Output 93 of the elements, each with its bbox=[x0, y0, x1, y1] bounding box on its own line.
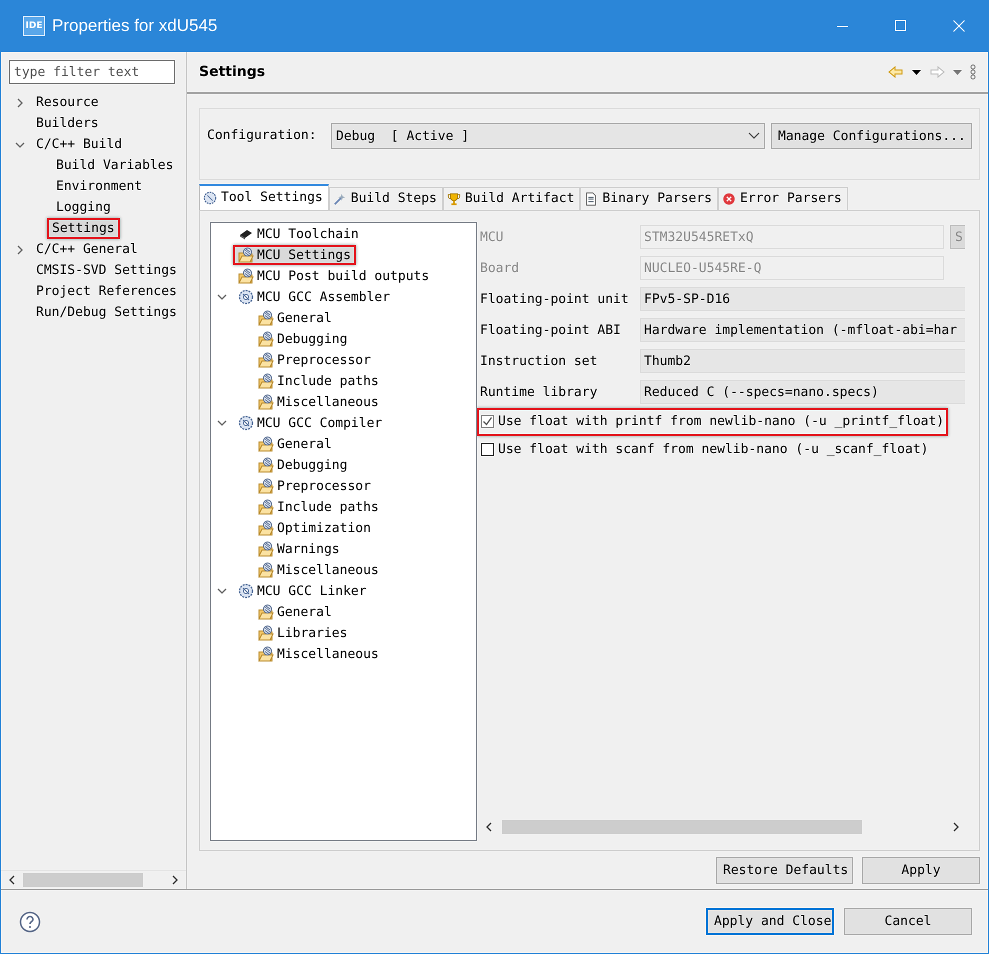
tree-item[interactable]: Miscellaneous bbox=[253, 644, 384, 664]
dialog-button[interactable]: Cancel bbox=[844, 908, 972, 935]
folder-icon bbox=[258, 520, 274, 536]
tree-item[interactable]: Optimization bbox=[253, 518, 376, 538]
window-title: Properties for xdU545 bbox=[52, 16, 218, 36]
dropdown[interactable]: Thumb2 bbox=[640, 349, 965, 374]
field-label: MCU bbox=[480, 230, 504, 245]
tree-item[interactable]: Warnings bbox=[253, 539, 345, 560]
checkbox-option[interactable]: Use float with scanf from newlib-nano (-u _scanf_float) bbox=[477, 436, 932, 464]
folder-icon bbox=[258, 625, 274, 642]
gear-icon bbox=[238, 289, 254, 306]
checkbox[interactable] bbox=[481, 443, 494, 456]
dropdown[interactable]: Hardware implementation (-mfloat-abi=har bbox=[640, 318, 965, 342]
sidebar-item[interactable]: Environment bbox=[51, 176, 148, 197]
tree-item[interactable]: MCU GCC Linker bbox=[233, 581, 372, 602]
trophy-icon bbox=[446, 192, 461, 206]
tree-item[interactable]: General bbox=[253, 602, 337, 622]
gear-icon bbox=[238, 583, 254, 600]
gear-icon bbox=[238, 415, 254, 432]
sidebar-item[interactable]: Run/Debug Settings bbox=[31, 302, 182, 323]
close-icon[interactable] bbox=[953, 20, 965, 32]
more-options-icon[interactable] bbox=[970, 64, 976, 80]
dropdown[interactable]: FPv5-SP-D16 bbox=[640, 287, 965, 312]
tab[interactable]: Tool Settings bbox=[199, 184, 329, 210]
tree-item[interactable]: MCU GCC Compiler bbox=[233, 413, 388, 434]
tree-item[interactable]: MCU GCC Assembler bbox=[233, 287, 396, 308]
tree-item[interactable]: Preprocessor bbox=[253, 476, 376, 496]
app-icon: IDE bbox=[23, 16, 45, 36]
folder-icon bbox=[258, 436, 274, 452]
dropdown-arrow-icon[interactable] bbox=[912, 70, 921, 74]
tree-item[interactable]: Preprocessor bbox=[253, 350, 376, 370]
horizontal-scrollbar[interactable] bbox=[1, 870, 186, 889]
tree-item[interactable]: General bbox=[253, 434, 337, 454]
filter-field[interactable]: type filter text bbox=[9, 60, 175, 84]
wand-icon bbox=[332, 192, 347, 206]
folder-icon bbox=[258, 478, 274, 494]
tree-item[interactable]: Debugging bbox=[253, 329, 352, 350]
folder-icon bbox=[258, 457, 274, 474]
tree-item[interactable]: Include paths bbox=[253, 497, 384, 518]
sidebar-item[interactable]: Settings bbox=[47, 218, 120, 239]
error-icon bbox=[722, 192, 736, 206]
folder-icon bbox=[258, 352, 274, 368]
manage-configurations-button[interactable]: Manage Configurations... bbox=[771, 123, 972, 149]
tree-item[interactable]: General bbox=[253, 308, 337, 328]
field-label: Floating-point unit bbox=[480, 292, 630, 307]
folder-icon bbox=[258, 646, 274, 662]
help-icon[interactable] bbox=[19, 910, 41, 932]
folder-icon bbox=[258, 499, 274, 516]
dialog-button[interactable]: Apply and Close bbox=[706, 908, 834, 935]
folder-icon bbox=[258, 373, 274, 390]
sidebar-item[interactable]: C/C++ General bbox=[31, 239, 143, 260]
folder-icon bbox=[258, 541, 274, 558]
folder-icon bbox=[258, 394, 274, 410]
tab[interactable]: Build Artifact bbox=[442, 186, 580, 210]
folder-icon bbox=[238, 268, 254, 284]
tab[interactable]: Build Steps bbox=[328, 186, 443, 210]
checkbox-option[interactable]: Use float with printf from newlib-nano (-u _printf_float) bbox=[477, 408, 948, 436]
folder-icon bbox=[238, 247, 254, 264]
maximize-icon[interactable] bbox=[895, 20, 907, 32]
field-label: Board bbox=[480, 260, 520, 276]
sidebar-item[interactable]: C/C++ Build bbox=[31, 134, 128, 155]
field-label: Runtime library bbox=[480, 384, 598, 400]
page-button[interactable]: Restore Defaults bbox=[716, 857, 853, 884]
field-label: Instruction set bbox=[480, 354, 598, 369]
field-label: Floating-point ABI bbox=[480, 322, 622, 338]
tree-item[interactable]: Miscellaneous bbox=[253, 392, 384, 412]
sidebar-item[interactable]: Project References bbox=[31, 281, 182, 302]
dropdown[interactable]: Reduced C (--specs=nano.specs) bbox=[640, 380, 965, 404]
page-title: Settings bbox=[199, 64, 266, 80]
configuration-label: Configuration: bbox=[207, 128, 318, 143]
tree-item[interactable]: MCU Toolchain bbox=[233, 224, 364, 244]
tree-item[interactable]: Miscellaneous bbox=[253, 560, 384, 580]
tree-item[interactable]: MCU Post build outputs bbox=[233, 266, 434, 286]
sidebar-item[interactable]: Resource bbox=[31, 92, 104, 113]
configuration-dropdown[interactable]: Debug [ Active ] bbox=[331, 123, 765, 149]
folder-icon bbox=[258, 562, 274, 578]
sidebar-item[interactable]: Logging bbox=[51, 197, 116, 218]
tab[interactable]: Error Parsers bbox=[718, 186, 848, 210]
sidebar-item[interactable]: Build Variables bbox=[51, 155, 178, 176]
document-icon bbox=[584, 192, 598, 206]
checkbox[interactable] bbox=[481, 415, 494, 428]
sidebar-item[interactable]: CMSIS-SVD Settings bbox=[31, 260, 182, 281]
gear-icon bbox=[203, 190, 217, 205]
folder-icon bbox=[258, 331, 274, 348]
folder-icon bbox=[258, 604, 274, 620]
tree-item[interactable]: MCU Settings bbox=[233, 245, 356, 266]
sidebar-item[interactable]: Builders bbox=[31, 113, 104, 134]
tree-item[interactable]: Libraries bbox=[253, 623, 352, 644]
folder-icon bbox=[258, 310, 274, 326]
page-button[interactable]: Apply bbox=[862, 857, 980, 884]
tab[interactable]: Binary Parsers bbox=[580, 186, 718, 210]
tree-item[interactable]: Debugging bbox=[253, 455, 352, 476]
tree-item[interactable]: Include paths bbox=[253, 371, 384, 392]
